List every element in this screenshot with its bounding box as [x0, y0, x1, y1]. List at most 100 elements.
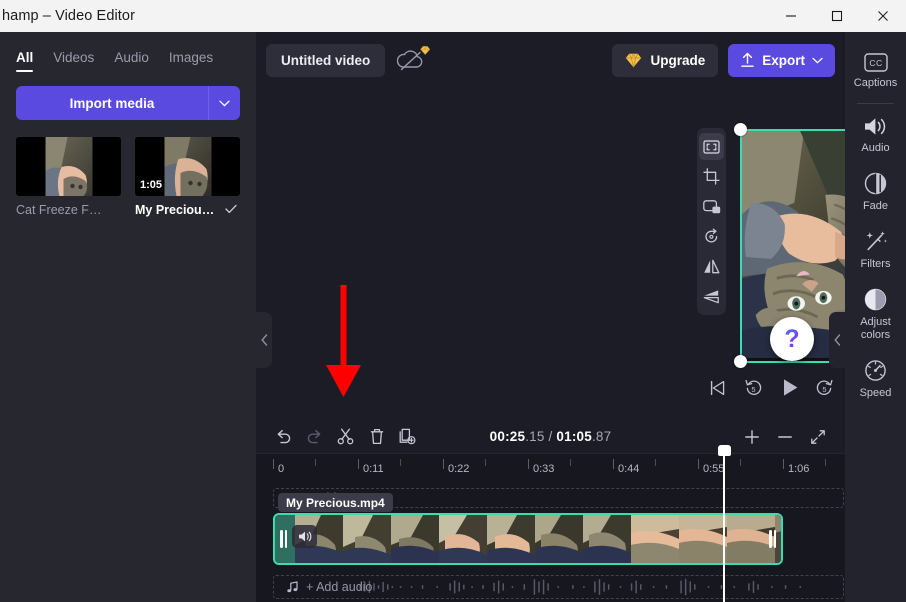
media-thumbnail[interactable]: 1:05 [135, 137, 240, 196]
fit-timeline-button[interactable] [802, 423, 833, 451]
undo-button[interactable] [268, 423, 299, 451]
rail-item-fade[interactable]: Fade [845, 163, 906, 221]
flip-vertical-icon[interactable] [699, 283, 724, 310]
duplicate-button[interactable] [392, 423, 423, 451]
forward-5-button[interactable]: 5 [812, 375, 838, 401]
zoom-in-button[interactable] [736, 423, 767, 451]
resize-handle-top-left[interactable] [734, 123, 747, 136]
clip-frame [343, 515, 391, 563]
current-time: 00:25 [489, 429, 526, 444]
rail-label: Audio [861, 141, 890, 154]
magic-wand-icon [866, 231, 887, 251]
timeline-playhead[interactable] [718, 445, 729, 602]
rotate-icon[interactable] [699, 223, 724, 250]
upgrade-button[interactable]: Upgrade [612, 43, 719, 77]
media-thumbnail[interactable] [16, 137, 121, 196]
collapse-diagonal-icon [810, 429, 825, 444]
help-button[interactable]: ? [770, 317, 814, 361]
clip-filmstrip [275, 515, 781, 563]
captions-icon: CC [863, 53, 888, 72]
media-item-label-row: Cat Freeze Frame.... [16, 203, 121, 217]
picture-in-picture-icon[interactable] [699, 193, 724, 220]
import-media-button[interactable]: Import media [16, 86, 208, 120]
minimize-button[interactable] [768, 0, 814, 32]
media-item-name: My Precious.m... [135, 203, 221, 217]
import-media-dropdown-button[interactable] [208, 86, 240, 120]
collapse-left-panel-button[interactable] [256, 312, 272, 368]
media-item-2[interactable]: 1:05 My Precious.m... [135, 137, 240, 217]
clip-volume-icon[interactable] [292, 525, 317, 548]
timecode-separator: / [544, 429, 557, 444]
collapse-right-panel-button[interactable] [829, 312, 845, 368]
clip-frame [487, 515, 535, 563]
split-button[interactable] [330, 423, 361, 451]
flip-horizontal-icon[interactable] [699, 253, 724, 280]
stage-topbar: Untitled video Upgrade Export [256, 32, 845, 88]
skip-to-start-button[interactable] [705, 375, 731, 401]
ruler-label-0: 0 [278, 463, 285, 475]
clip-trim-handle-left[interactable] [279, 529, 288, 549]
svg-text:CC: CC [869, 58, 882, 68]
timeline-ruler[interactable]: 0 0:11 0:22 0:33 0:44 0:55 1:06 [256, 453, 845, 481]
media-item-1[interactable]: Cat Freeze Frame.... [16, 137, 121, 217]
volume-icon [865, 118, 886, 135]
ruler-label-6: 1:06 [788, 463, 810, 475]
media-item-label-row: My Precious.m... [135, 203, 240, 217]
rail-item-adjust-colors[interactable]: Adjust colors [845, 279, 906, 350]
rail-item-speed[interactable]: Speed [845, 350, 906, 408]
close-button[interactable] [860, 0, 906, 32]
clip-trim-handle-right[interactable] [768, 529, 777, 549]
rail-label: Captions [853, 77, 898, 89]
add-audio-track[interactable]: + Add audio [273, 575, 844, 599]
thumbnail-image [45, 137, 92, 196]
gem-icon [420, 46, 431, 55]
timeline-zoom-controls [736, 423, 833, 451]
tab-videos[interactable]: Videos [53, 50, 94, 72]
redo-button[interactable] [299, 423, 330, 451]
gem-icon [625, 52, 642, 68]
delete-button[interactable] [361, 423, 392, 451]
rail-label: Speed [859, 386, 892, 399]
play-button[interactable] [776, 375, 802, 401]
rail-item-captions[interactable]: CC Captions [845, 44, 906, 98]
window-controls [768, 0, 906, 32]
cloud-off-icon[interactable] [397, 45, 431, 75]
fade-icon [864, 172, 887, 195]
fit-to-frame-icon[interactable] [699, 133, 724, 160]
minus-icon [777, 435, 792, 438]
project-title-field[interactable]: Untitled video [266, 43, 386, 77]
svg-text:5: 5 [752, 385, 756, 394]
media-item-duration: 1:05 [140, 179, 163, 191]
rewind-5-button[interactable]: 5 [741, 375, 767, 401]
ruler-label-4: 0:44 [618, 463, 640, 475]
chevron-left-icon [260, 334, 267, 346]
maximize-button[interactable] [814, 0, 860, 32]
total-time: 01:05 [556, 429, 592, 444]
plus-icon [744, 429, 759, 444]
export-label: Export [762, 52, 805, 68]
crop-icon[interactable] [699, 163, 724, 190]
media-filter-tabs: All Videos Audio Images [0, 32, 256, 72]
audio-waveform [359, 578, 801, 596]
upgrade-label: Upgrade [650, 52, 706, 68]
rail-item-audio[interactable]: Audio [845, 107, 906, 163]
rail-item-filters[interactable]: Filters [845, 221, 906, 279]
tab-all[interactable]: All [16, 50, 34, 72]
ruler-label-1: 0:11 [363, 463, 384, 475]
resize-handle-bottom-left[interactable] [734, 355, 747, 368]
tools-rail: CC Captions Audio Fade Filters Adjust co… [845, 32, 906, 602]
timeline-video-clip[interactable] [273, 513, 783, 565]
tab-audio[interactable]: Audio [114, 50, 149, 72]
export-button[interactable]: Export [728, 43, 835, 77]
zoom-out-button[interactable] [769, 423, 800, 451]
clip-frame [679, 515, 727, 563]
window-title: hamp – Video Editor [2, 8, 136, 24]
total-time-fraction: .87 [591, 429, 612, 444]
clip-frame [439, 515, 487, 563]
video-editor-window: hamp – Video Editor All Videos Audio Ima… [0, 0, 906, 602]
contrast-icon [864, 288, 887, 311]
ruler-label-5: 0:55 [703, 463, 725, 475]
media-items-list: Cat Freeze Frame.... [0, 120, 256, 217]
tab-images[interactable]: Images [169, 50, 213, 72]
svg-text:5: 5 [823, 385, 827, 394]
